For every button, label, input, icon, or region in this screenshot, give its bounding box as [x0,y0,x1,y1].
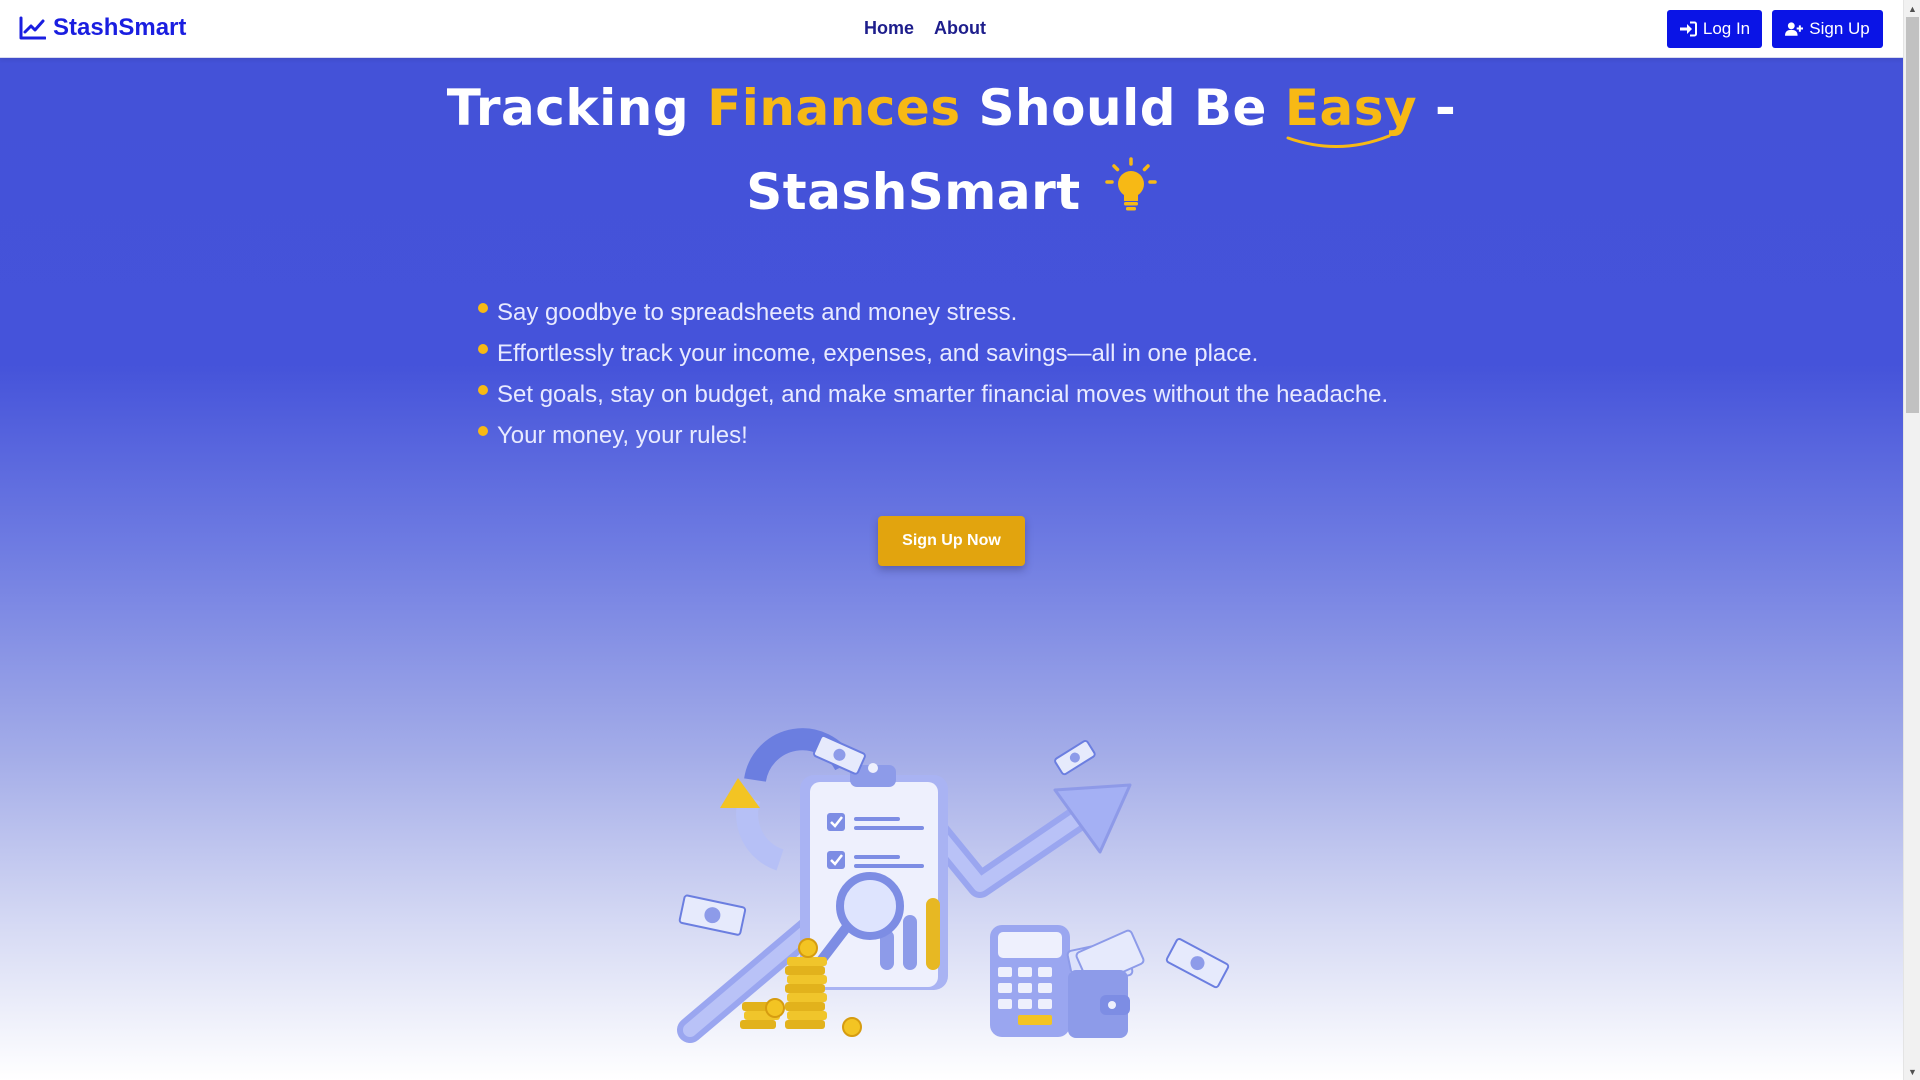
sign-in-icon [1679,21,1697,37]
login-button[interactable]: Log In [1667,10,1762,48]
headline-easy-wrap: Easy [1285,66,1417,150]
lightbulb-icon [1104,157,1157,211]
headline-accent-finances: Finances [707,79,961,137]
signup-button[interactable]: Sign Up [1772,10,1883,48]
brand-logo[interactable]: StashSmart [19,14,186,42]
headline-accent-easy: Easy [1284,79,1418,137]
feature-item: Effortlessly track your income, expenses… [478,333,1388,374]
feature-item: Set goals, stay on budget, and make smar… [478,374,1388,415]
navbar: StashSmart Home About Log In Sign Up [0,0,1903,58]
line-chart-icon [19,16,46,40]
main-nav: Home About [864,18,986,39]
wallet [1066,929,1145,1038]
nav-link-home[interactable]: Home [864,18,914,39]
calculator [990,925,1070,1037]
headline-part-3: - [1417,79,1457,137]
login-label: Log In [1702,19,1751,38]
feature-item: Say goodbye to spreadsheets and money st… [478,292,1388,333]
signup-label: Sign Up [1809,19,1870,38]
finance-illustration [677,728,1230,1043]
headline-part-2: Should Be [960,79,1285,137]
feature-item: Your money, your rules! [478,415,1388,456]
nav-link-about[interactable]: About [934,18,986,39]
hero-section: Tracking Finances Should Be Easy - Stash… [0,58,1903,1080]
feature-list: Say goodbye to spreadsheets and money st… [478,292,1388,456]
headline-part-1: Tracking [446,79,708,137]
scroll-down-arrow-icon[interactable]: ▼ [1904,1063,1920,1080]
brand-name: StashSmart [53,14,187,41]
vertical-scrollbar[interactable]: ▲ ▼ [1903,0,1920,1080]
underline-decoration [1286,134,1391,149]
scroll-up-arrow-icon[interactable]: ▲ [1904,0,1920,17]
user-plus-icon [1785,22,1804,36]
headline-line-2: StashSmart [746,163,1081,221]
scrollbar-thumb[interactable] [1906,17,1919,413]
hero-headline: Tracking Finances Should Be Easy - Stash… [0,66,1903,234]
signup-now-button[interactable]: Sign Up Now [878,516,1025,566]
page: StashSmart Home About Log In Sign Up Tra… [0,0,1920,1080]
